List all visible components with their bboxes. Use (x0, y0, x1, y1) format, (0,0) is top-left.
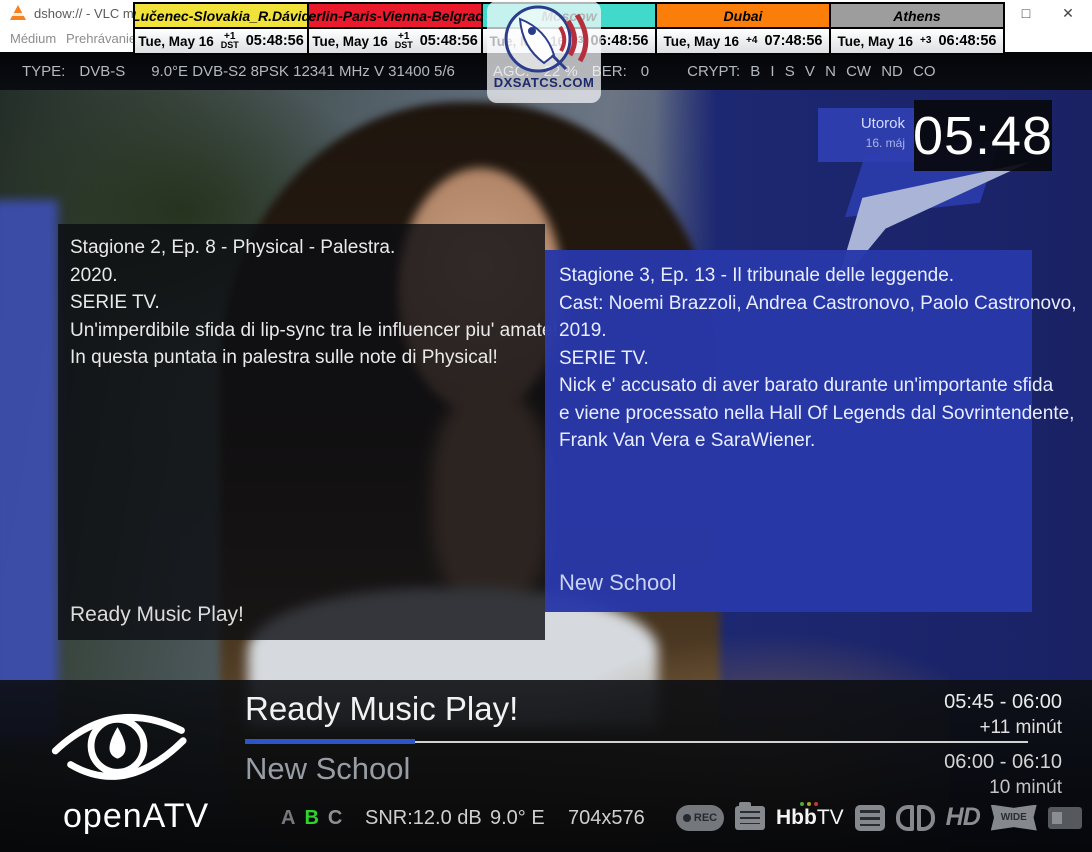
hbbtv-dots (800, 802, 818, 806)
clock-time: 07:48:56 (764, 33, 822, 49)
snr-value: SNR:12.0 dB (365, 807, 482, 830)
epg-next-channel: New School (559, 570, 676, 596)
clock-berlin[interactable]: Berlin-Paris-Vienna-Belgrade Tue, May 16… (307, 2, 483, 55)
clock-dst-label: DST (221, 41, 239, 49)
teletext-icon (855, 805, 885, 831)
clock-city-label: Lučenec-Slovakia_R.Dávid (135, 4, 307, 29)
epg-current-title: Ready Music Play! (70, 603, 244, 627)
clock-dubai[interactable]: Dubai Tue, May 16 +4 07:48:56 (655, 2, 831, 55)
clock-time: 05:48:56 (420, 33, 478, 49)
now-remaining: +11 minút (979, 717, 1062, 739)
tuner-icon (735, 806, 765, 830)
record-icon: REC (676, 805, 724, 831)
video-resolution: 704x576 (568, 807, 645, 830)
infobar-event-title: Ready Music Play! (245, 690, 518, 728)
letter-a: A (281, 807, 295, 830)
epg-line: Stagione 2, Ep. 8 - Physical - Palestra. (70, 234, 535, 262)
next-duration: 10 minút (989, 777, 1062, 799)
clock-offset-block: +1 DST (221, 33, 239, 49)
clock-digits: 05:48 (913, 105, 1053, 167)
weekday-label: Utorok (818, 115, 905, 132)
epg-line: Un'imperdibile sfida di lip-sync tra le … (70, 317, 535, 345)
crypt-systems: B I S V N CW ND CO (750, 63, 935, 80)
epg-line: SERIE TV. (70, 289, 535, 317)
widescreen-icon: WIDE (991, 805, 1037, 831)
letter-b: B (304, 807, 318, 830)
vlc-window: dshow:// - VLC med □ ✕ Médium Prehrávani… (0, 0, 1092, 852)
crypt-label: CRYPT: (687, 63, 740, 80)
transponder-info: 9.0°E DVB-S2 8PSK 12341 MHz V 31400 5/6 (151, 63, 455, 80)
epg-line: e viene processato nella Hall Of Legends… (559, 400, 1022, 428)
clock-date: Tue, May 16 (138, 34, 214, 49)
dolby-icon (896, 805, 935, 831)
openatv-brand: openATV (63, 797, 209, 836)
openatv-eye-icon (45, 692, 190, 792)
record-dot (683, 814, 691, 822)
orbital-position: 9.0° E (490, 807, 545, 830)
hd-icon: HD (946, 803, 980, 832)
infobar-channel-name: New School (245, 751, 410, 787)
window-title: dshow:// - VLC med (34, 6, 148, 21)
satellite-logo-icon (494, 1, 594, 79)
maximize-button[interactable]: □ (1006, 0, 1046, 26)
epg-line: Frank Van Vera e SaraWiener. (559, 427, 1022, 455)
clock-offset-block: +1 DST (395, 33, 413, 49)
clock-city-label: Dubai (657, 4, 829, 29)
receiver-clock-widget: 05:48 (914, 100, 1052, 171)
hbbtv-bold-text: Hbb (776, 806, 817, 829)
epg-line: In questa puntata in palestra sulle note… (70, 344, 535, 372)
clock-time: 06:48:56 (938, 33, 996, 49)
clock-offset-block: +4 (746, 37, 757, 45)
clock-utc-offset: +4 (746, 37, 757, 45)
clock-body: Tue, May 16 +3 06:48:56 (831, 29, 1003, 53)
clock-offset-block: +3 (920, 37, 931, 45)
event-progress-track (415, 741, 1028, 743)
clock-body: Tue, May 16 +1 DST 05:48:56 (309, 29, 481, 53)
epg-line: SERIE TV. (559, 345, 1022, 373)
hbbtv-tv-text: TV (817, 806, 844, 829)
watermark-text: DXSATCS.COM (494, 75, 595, 90)
dxsatcs-watermark: DXSATCS.COM (487, 1, 601, 103)
vlc-logo-band (12, 13, 24, 16)
ci-card-icon (1048, 807, 1082, 829)
now-time-range: 05:45 - 06:00 (944, 691, 1062, 714)
widescreen-label: WIDE (1001, 812, 1027, 823)
clock-date: Tue, May 16 (664, 34, 740, 49)
letter-c: C (328, 807, 342, 830)
hbbtv-icon: HbbTV (776, 806, 844, 830)
clock-time: 05:48:56 (246, 33, 304, 49)
clock-lucenec[interactable]: Lučenec-Slovakia_R.Dávid Tue, May 16 +1 … (133, 2, 309, 55)
epg-current-event-box: Stagione 2, Ep. 8 - Physical - Palestra.… (58, 224, 545, 640)
clock-date: Tue, May 16 (312, 34, 388, 49)
clock-body: Tue, May 16 +4 07:48:56 (657, 29, 829, 53)
record-label: REC (694, 812, 717, 824)
epg-line: 2019. (559, 317, 1022, 345)
date-label: 16. máj (818, 136, 905, 150)
type-label: TYPE: (22, 63, 65, 80)
clock-city-label: Athens (831, 4, 1003, 29)
clock-utc-offset: +3 (920, 37, 931, 45)
close-button[interactable]: ✕ (1048, 0, 1088, 26)
clock-city-label: Berlin-Paris-Vienna-Belgrade (309, 4, 481, 29)
scene-blue-wall (0, 200, 58, 740)
receiver-infobar: openATV Ready Music Play! New School 05:… (0, 680, 1092, 852)
status-icons-row: REC HbbTV HD WIDE (676, 803, 1082, 832)
clock-date: Tue, May 16 (838, 34, 914, 49)
epg-line: Cast: Noemi Brazzoli, Andrea Castronovo,… (559, 290, 1022, 318)
receiver-date-widget: Utorok 16. máj (818, 108, 914, 162)
clock-athens[interactable]: Athens Tue, May 16 +3 06:48:56 (829, 2, 1005, 55)
smartcard-status-letters: A B C (281, 807, 342, 830)
event-progress-bar (245, 739, 415, 744)
epg-line: 2020. (70, 262, 535, 290)
epg-line: Stagione 3, Ep. 13 - Il tribunale delle … (559, 262, 1022, 290)
clock-body: Tue, May 16 +1 DST 05:48:56 (135, 29, 307, 53)
ber-value: 0 (641, 63, 649, 80)
epg-line: Nick e' accusato di aver barato durante … (559, 372, 1022, 400)
type-value: DVB-S (79, 63, 125, 80)
menu-item-media[interactable]: Médium (10, 31, 56, 46)
epg-next-event-box: Stagione 3, Ep. 13 - Il tribunale delle … (545, 250, 1032, 612)
clock-dst-label: DST (395, 41, 413, 49)
menu-item-playback[interactable]: Prehrávanie (66, 31, 136, 46)
next-time-range: 06:00 - 06:10 (944, 751, 1062, 774)
